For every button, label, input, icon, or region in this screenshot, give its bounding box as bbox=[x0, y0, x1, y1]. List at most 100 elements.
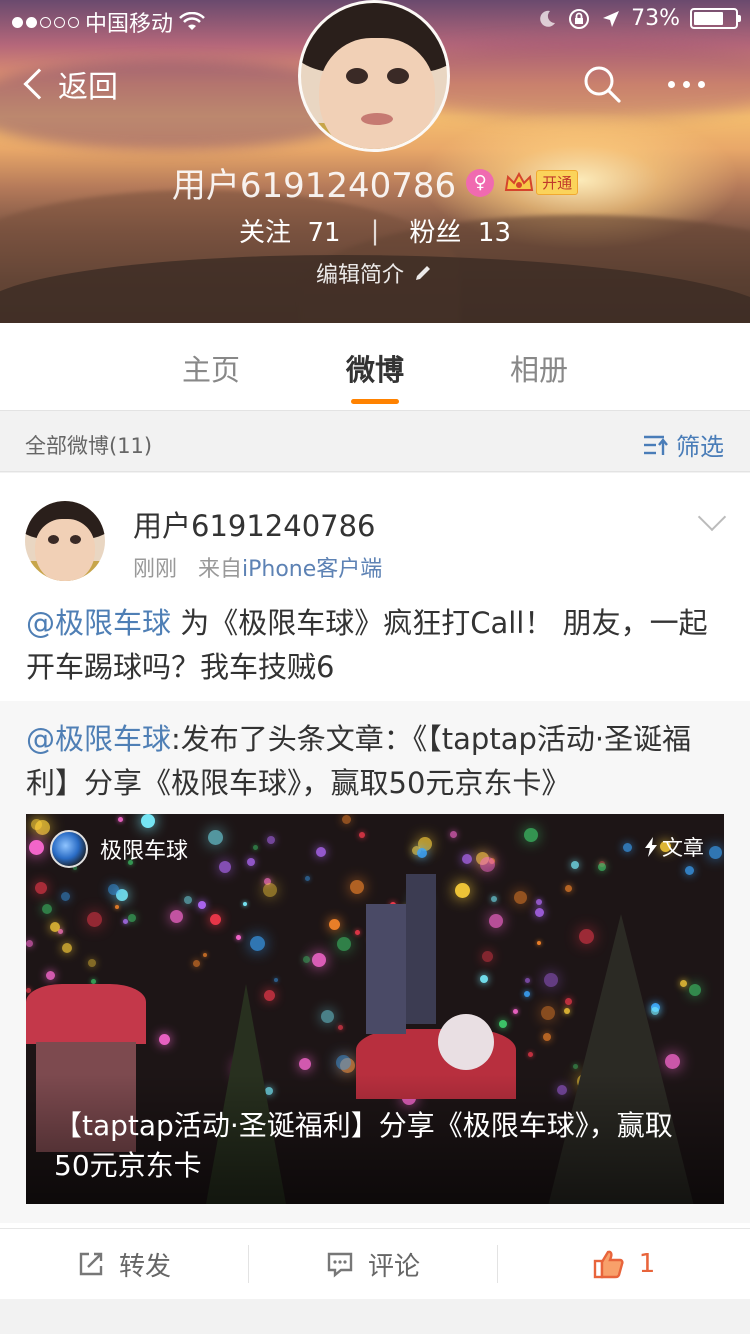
bokeh-light bbox=[524, 991, 530, 997]
bokeh-light bbox=[50, 922, 60, 932]
profile-name-row: 用户6191240786 ♀ 开通 bbox=[0, 158, 750, 207]
article-type-label: 文章 bbox=[662, 836, 704, 860]
comment-label: 评论 bbox=[367, 1251, 420, 1282]
tab-home[interactable]: 主页 bbox=[182, 347, 240, 389]
moon-icon bbox=[540, 10, 556, 27]
weibo-profile-page: 中国移动 03:13 7 bbox=[0, 0, 750, 1334]
bokeh-light bbox=[203, 953, 207, 957]
filter-icon bbox=[644, 435, 668, 455]
like-count: 1 bbox=[638, 1249, 656, 1279]
chevron-down-icon[interactable] bbox=[697, 502, 727, 532]
edit-intro-label: 编辑简介 bbox=[315, 263, 404, 288]
battery-icon bbox=[690, 8, 741, 29]
bokeh-light bbox=[321, 1010, 334, 1023]
rotation-lock-icon bbox=[569, 8, 590, 29]
bokeh-light bbox=[462, 854, 472, 864]
tower-shape bbox=[406, 874, 436, 1024]
vip-open-tag: 开通 bbox=[536, 170, 579, 195]
bokeh-light bbox=[29, 840, 44, 855]
bokeh-light bbox=[528, 1052, 533, 1057]
bokeh-light bbox=[219, 861, 231, 873]
weibo-count-label: 全部微博(11) bbox=[25, 434, 153, 458]
bokeh-light bbox=[350, 880, 364, 894]
chevron-left-icon bbox=[23, 68, 55, 100]
game-logo-icon bbox=[50, 830, 88, 868]
bokeh-light bbox=[329, 919, 340, 930]
bokeh-light bbox=[250, 936, 265, 951]
following-stat[interactable]: 关注 71 bbox=[239, 212, 341, 249]
post-time: 刚刚 bbox=[133, 557, 178, 582]
bokeh-light bbox=[193, 960, 200, 967]
filter-button[interactable]: 筛选 bbox=[642, 427, 724, 462]
bokeh-light bbox=[123, 919, 128, 924]
bokeh-light bbox=[524, 828, 538, 842]
edit-intro-button[interactable]: 编辑简介 bbox=[0, 257, 750, 289]
bokeh-light bbox=[118, 817, 123, 822]
thumbs-up-icon bbox=[593, 1250, 624, 1279]
bokeh-light bbox=[336, 1055, 351, 1070]
location-arrow-icon bbox=[603, 10, 620, 27]
bokeh-light bbox=[623, 843, 632, 852]
back-label: 返回 bbox=[58, 70, 118, 105]
bokeh-light bbox=[571, 861, 579, 869]
bokeh-light bbox=[565, 885, 572, 892]
back-button[interactable]: 返回 bbox=[22, 62, 118, 106]
bokeh-light bbox=[236, 935, 241, 940]
crown-icon bbox=[504, 171, 534, 191]
repost-button[interactable]: 转发 bbox=[0, 1229, 248, 1299]
post-text: @极限车球 为《极限车球》疯狂打Call！ 朋友，一起开车踢球吗？我车技贼6 bbox=[26, 601, 726, 689]
bokeh-light bbox=[210, 914, 221, 925]
bokeh-light bbox=[342, 815, 351, 824]
bokeh-light bbox=[709, 846, 722, 859]
more-options-icon[interactable] bbox=[668, 72, 712, 96]
article-type: 文章 bbox=[644, 832, 704, 862]
bokeh-light bbox=[274, 978, 278, 982]
post-meta: 刚刚 来自iPhone客户端 bbox=[133, 551, 382, 583]
bokeh-light bbox=[312, 953, 326, 967]
like-button[interactable]: 1 bbox=[498, 1229, 750, 1299]
share-icon bbox=[79, 1252, 103, 1276]
bokeh-light bbox=[535, 908, 544, 917]
search-icon[interactable] bbox=[582, 64, 622, 104]
bokeh-light bbox=[598, 863, 606, 871]
comment-button[interactable]: 评论 bbox=[249, 1229, 497, 1299]
battery-fill bbox=[694, 12, 723, 25]
bokeh-light bbox=[62, 943, 72, 953]
bokeh-light bbox=[263, 883, 277, 897]
followers-label: 粉丝 bbox=[409, 218, 462, 248]
bokeh-light bbox=[108, 884, 119, 895]
repost-block[interactable]: @极限车球:发布了头条文章：《【taptap活动·圣诞福利】分享《极限车球》，赢… bbox=[0, 701, 750, 1223]
article-card[interactable]: 极限车球 文章 【taptap活动·圣诞福利】分享《极限车球》，赢取50元京东卡 bbox=[26, 814, 724, 1204]
weibo-post[interactable]: 用户6191240786 刚刚 来自iPhone客户端 @极限车球 为《极限车球… bbox=[0, 473, 750, 1299]
post-source[interactable]: iPhone客户端 bbox=[242, 557, 382, 582]
bokeh-light bbox=[243, 902, 247, 906]
active-tab-indicator bbox=[351, 399, 399, 404]
bokeh-light bbox=[482, 951, 493, 962]
article-source: 极限车球 bbox=[50, 830, 188, 868]
bokeh-light bbox=[337, 937, 351, 951]
status-right: 73% bbox=[537, 6, 741, 31]
tab-weibo[interactable]: 微博 bbox=[346, 347, 404, 389]
lightning-icon bbox=[645, 837, 657, 857]
repost-text: @极限车球:发布了头条文章：《【taptap活动·圣诞福利】分享《极限车球》，赢… bbox=[26, 717, 726, 805]
bokeh-light bbox=[87, 912, 102, 927]
filter-bar: 全部微博(11) 筛选 bbox=[0, 412, 750, 472]
post-author-name[interactable]: 用户6191240786 bbox=[133, 503, 376, 545]
bokeh-light bbox=[536, 899, 542, 905]
repost-mention[interactable]: @极限车球 bbox=[26, 722, 171, 756]
post-actions: 转发 评论 1 bbox=[0, 1228, 750, 1298]
vip-badge[interactable]: 开通 bbox=[504, 170, 579, 195]
profile-avatar[interactable] bbox=[298, 0, 450, 152]
followers-count: 13 bbox=[477, 218, 512, 248]
bokeh-light bbox=[499, 1020, 507, 1028]
bokeh-light bbox=[42, 904, 52, 914]
followers-stat[interactable]: 粉丝 13 bbox=[409, 212, 511, 249]
bokeh-light bbox=[128, 914, 136, 922]
battery-percent: 73% bbox=[631, 6, 680, 31]
tab-album[interactable]: 相册 bbox=[510, 347, 568, 389]
article-source-name: 极限车球 bbox=[100, 839, 189, 864]
filter-label: 筛选 bbox=[676, 433, 724, 461]
post-author-avatar[interactable] bbox=[25, 501, 105, 581]
post-mention[interactable]: @极限车球 bbox=[26, 606, 171, 640]
follow-stats: 关注 71 | 粉丝 13 bbox=[0, 212, 750, 249]
